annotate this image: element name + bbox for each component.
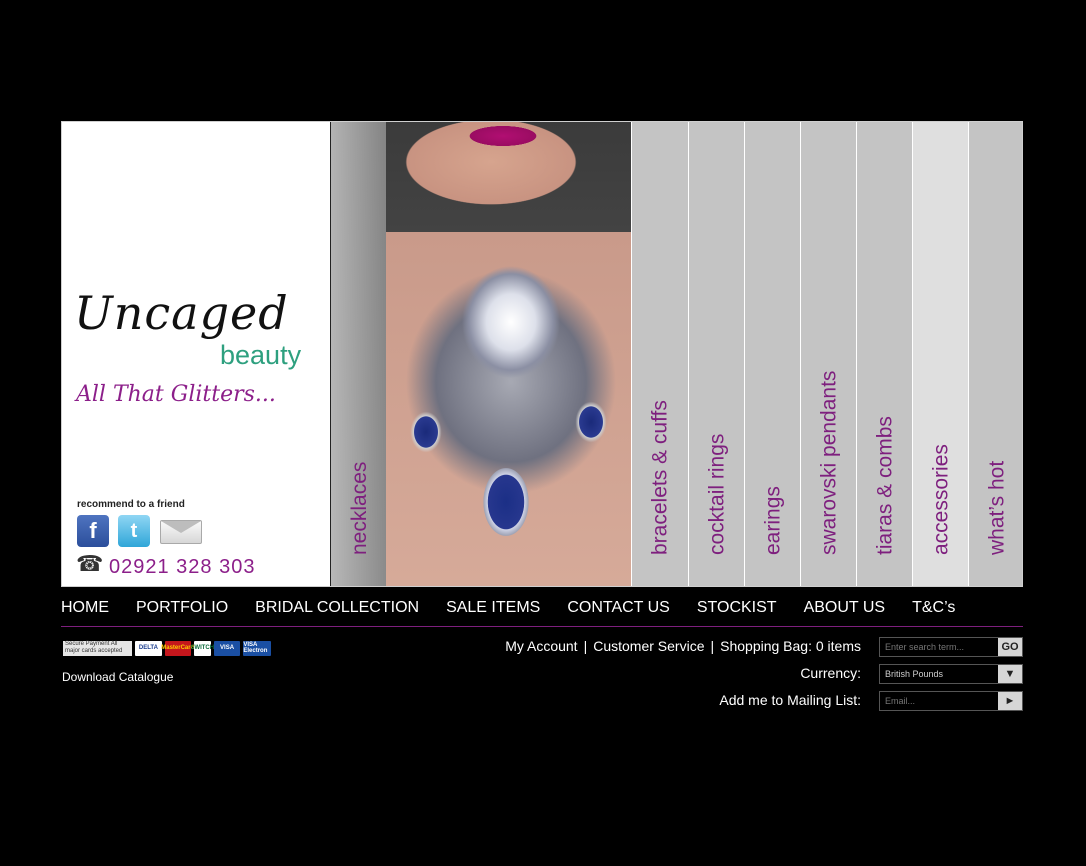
category-label: necklaces bbox=[348, 461, 371, 555]
phone-number: 02921 328 303 bbox=[109, 556, 256, 578]
category-label: tiaras & combs bbox=[873, 416, 896, 555]
separator: | bbox=[710, 638, 715, 654]
main-nav: HOME PORTFOLIO BRIDAL COLLECTION SALE IT… bbox=[61, 598, 1023, 627]
hero-banner: Uncaged beauty All That Glitters... reco… bbox=[61, 121, 1023, 587]
nav-sale-items[interactable]: SALE ITEMS bbox=[446, 598, 540, 626]
mailing-box: ► bbox=[879, 691, 1023, 711]
category-label: what’s hot bbox=[985, 460, 1008, 555]
category-earings[interactable]: earings bbox=[744, 122, 800, 586]
category-necklaces[interactable]: necklaces bbox=[330, 122, 632, 586]
visa-electron-icon: VISA Electron bbox=[243, 640, 271, 656]
category-bracelets-cuffs[interactable]: bracelets & cuffs bbox=[631, 122, 688, 586]
category-label: swarovski pendants bbox=[817, 370, 840, 555]
search-go-button[interactable]: GO bbox=[998, 638, 1022, 656]
twitter-icon[interactable]: t bbox=[118, 515, 150, 547]
brand-panel: Uncaged beauty All That Glitters... reco… bbox=[62, 122, 330, 586]
search-box: GO bbox=[879, 637, 1023, 657]
account-links: My Account | Customer Service | Shopping Bag… bbox=[505, 638, 861, 654]
customer-service-link[interactable]: Customer Service bbox=[593, 638, 704, 654]
search-input[interactable] bbox=[880, 638, 998, 656]
nav-stockist[interactable]: STOCKIST bbox=[697, 598, 777, 626]
email-field[interactable] bbox=[880, 692, 998, 710]
recommend-label: recommend to a friend bbox=[77, 499, 185, 510]
visa-card-icon: VISA bbox=[213, 640, 241, 656]
chevron-down-icon[interactable]: ▼ bbox=[998, 665, 1022, 683]
category-whats-hot[interactable]: what’s hot bbox=[968, 122, 1022, 586]
logo-beauty[interactable]: beauty bbox=[220, 342, 301, 369]
phone-icon: ☎ bbox=[76, 551, 104, 576]
shopping-bag-link[interactable]: Shopping Bag: 0 items bbox=[720, 638, 861, 654]
download-catalogue-link[interactable]: Download Catalogue bbox=[62, 670, 173, 684]
nav-contact-us[interactable]: CONTACT US bbox=[567, 598, 670, 626]
switch-card-icon: SWITCH bbox=[190, 640, 214, 656]
currency-value: British Pounds bbox=[880, 665, 998, 683]
category-swarovski-pendants[interactable]: swarovski pendants bbox=[800, 122, 856, 586]
submit-arrow-icon[interactable]: ► bbox=[998, 692, 1022, 710]
nav-terms[interactable]: T&C’s bbox=[912, 598, 955, 626]
nav-about-us[interactable]: ABOUT US bbox=[804, 598, 886, 626]
delta-card-icon: DELTA bbox=[135, 640, 162, 656]
nav-portfolio[interactable]: PORTFOLIO bbox=[136, 598, 228, 626]
nav-home[interactable]: HOME bbox=[61, 598, 109, 626]
necklace-image bbox=[386, 232, 632, 586]
mastercard-icon: MasterCard bbox=[161, 640, 194, 656]
facebook-icon[interactable]: f bbox=[77, 515, 109, 547]
email-icon[interactable] bbox=[160, 520, 202, 544]
mailing-list-label: Add me to Mailing List: bbox=[719, 692, 861, 708]
tagline: All That Glitters... bbox=[76, 382, 276, 407]
currency-select[interactable]: British Pounds ▼ bbox=[879, 664, 1023, 684]
category-accessories[interactable]: accessories bbox=[912, 122, 968, 586]
category-label: earings bbox=[761, 486, 784, 555]
nav-bridal-collection[interactable]: BRIDAL COLLECTION bbox=[255, 598, 419, 626]
category-label: bracelets & cuffs bbox=[648, 400, 672, 555]
category-cocktail-rings[interactable]: cocktail rings bbox=[688, 122, 744, 586]
currency-label: Currency: bbox=[800, 665, 861, 681]
category-tiaras-combs[interactable]: tiaras & combs bbox=[856, 122, 912, 586]
category-label: cocktail rings bbox=[705, 433, 728, 555]
payment-logos: Secure Payment All major cards accepted … bbox=[63, 640, 271, 656]
logo-script[interactable]: Uncaged bbox=[74, 290, 289, 336]
my-account-link[interactable]: My Account bbox=[505, 638, 577, 654]
category-label: accessories bbox=[929, 444, 952, 555]
separator: | bbox=[583, 638, 588, 654]
secure-payment-badge: Secure Payment All major cards accepted bbox=[63, 640, 133, 656]
